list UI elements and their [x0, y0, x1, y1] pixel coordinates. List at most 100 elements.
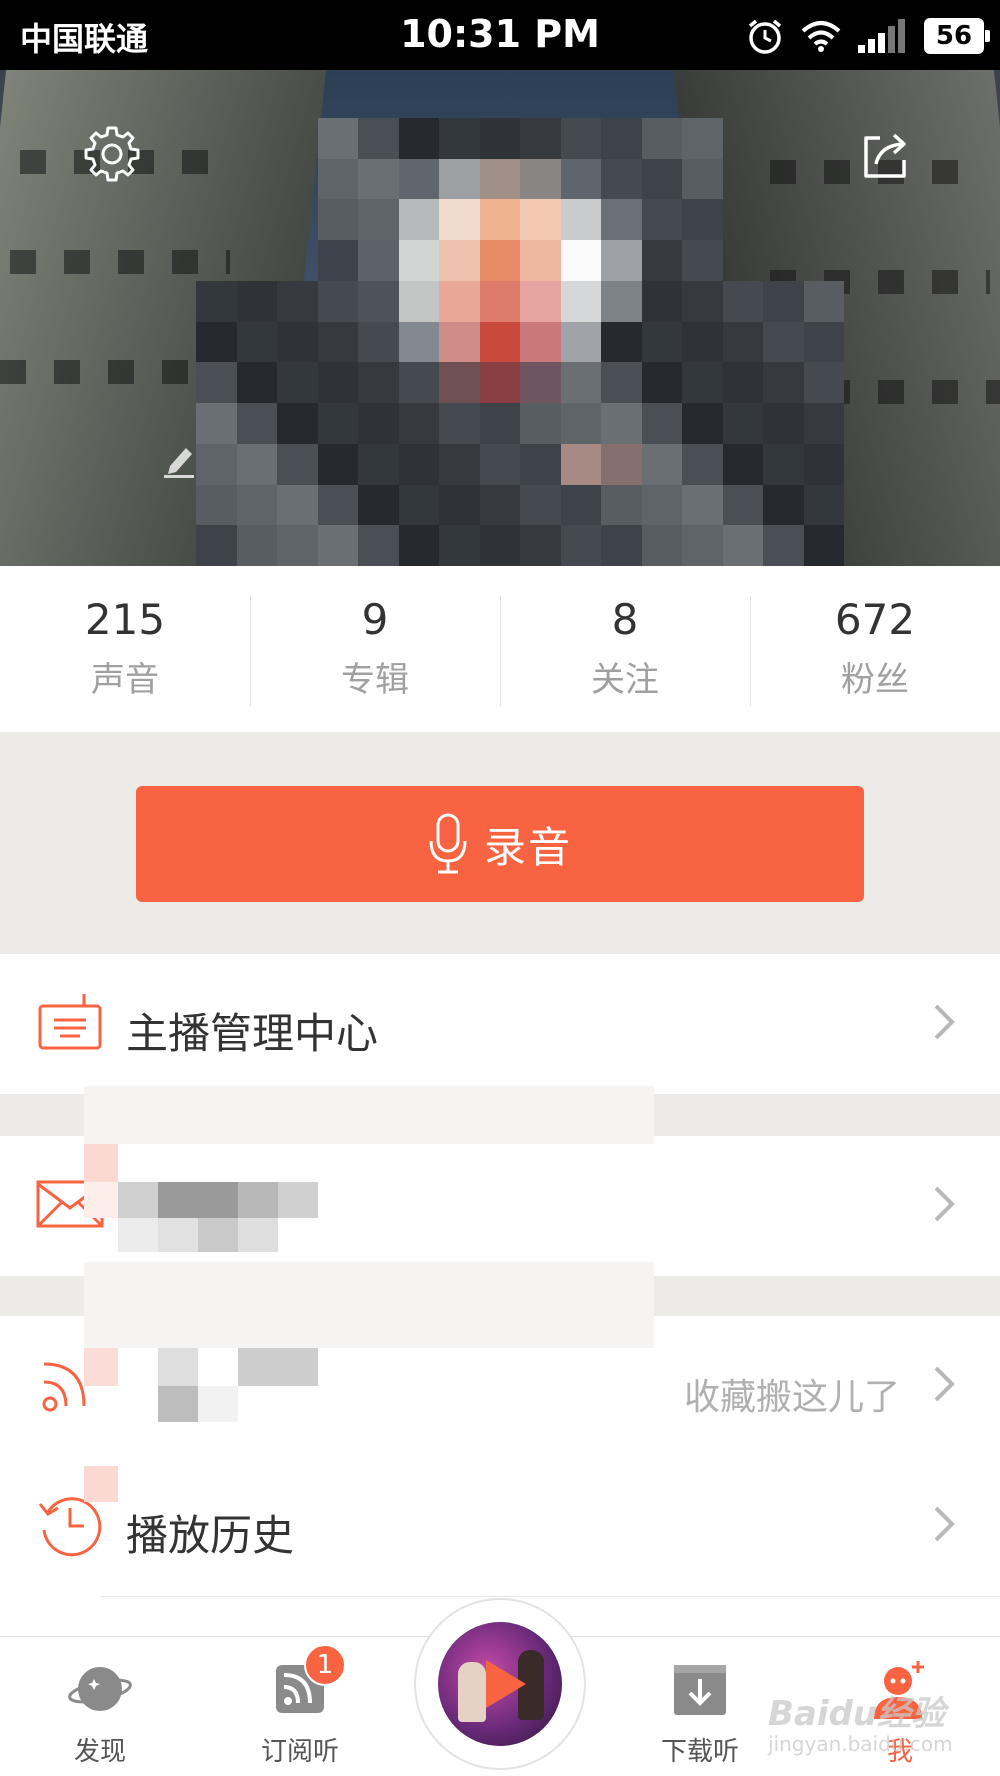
avatar-pixel: [237, 159, 278, 200]
avatar-pixel: [601, 280, 642, 322]
wifi-icon: [801, 21, 841, 52]
avatar-pixel: [682, 199, 723, 241]
avatar-pixel: [317, 321, 358, 363]
avatar-pixel: [763, 525, 804, 566]
avatar-pixel: [520, 240, 561, 281]
avatar-pixel: [479, 118, 520, 159]
avatar-pixel: [641, 158, 682, 200]
avatar-pixel: [560, 158, 601, 200]
watermark-logo: Baidu经验: [768, 1694, 946, 1734]
avatar-pixel: [803, 443, 844, 485]
avatar-pixel: [682, 443, 723, 485]
avatar-pixel: [317, 525, 358, 566]
edit-profile-button[interactable]: [162, 442, 198, 478]
avatar-pixel: [439, 118, 480, 159]
mask-pixel: [238, 1348, 318, 1386]
menu-item-hint: 收藏搬这儿了: [683, 1377, 900, 1418]
avatar-pixel: [763, 199, 804, 240]
avatar-pixel: [196, 240, 237, 281]
avatar-pixel: [723, 199, 764, 240]
stat-following[interactable]: 8 关注: [500, 566, 750, 732]
avatar-pixel: [682, 484, 723, 526]
avatar-pixel: [196, 403, 237, 444]
gear-icon: [84, 126, 140, 182]
avatar-pixel: [641, 443, 682, 485]
avatar-pixel: [723, 118, 764, 159]
avatar-pixel: [196, 118, 237, 159]
tab-subscribe[interactable]: 订阅听: [200, 1637, 400, 1776]
share-button[interactable]: [852, 120, 920, 188]
avatar-pixel: [601, 240, 642, 281]
avatar-pixel: [803, 403, 844, 444]
avatar-pixel: [398, 280, 439, 322]
avatar-pixel: [398, 484, 439, 526]
row-divider: [100, 1596, 1000, 1597]
stat-value: 8: [611, 595, 639, 645]
pixelated-avatar: [196, 118, 844, 566]
mask-pixel: [238, 1218, 278, 1252]
avatar-pixel: [317, 199, 358, 241]
avatar-pixel: [763, 484, 804, 526]
avatar-pixel: [277, 362, 318, 404]
tab-label: 发现: [73, 1737, 126, 1767]
avatar-pixel: [439, 362, 480, 404]
avatar-pixel: [358, 280, 399, 322]
avatar-pixel: [682, 362, 723, 404]
tab-discover[interactable]: 发现: [0, 1637, 200, 1776]
avatar-pixel: [317, 403, 358, 444]
avatar-pixel: [358, 240, 399, 281]
avatar-pixel: [520, 199, 561, 241]
avatar-pixel: [722, 403, 763, 444]
avatar-pixel: [479, 280, 520, 322]
avatar-pixel: [560, 525, 601, 566]
avatar-pixel: [398, 362, 439, 404]
avatar-pixel: [682, 403, 723, 444]
avatar-pixel: [723, 159, 764, 200]
avatar-pixel: [560, 443, 601, 485]
avatar-pixel: [398, 525, 439, 566]
avatar-pixel: [722, 280, 763, 322]
avatar-pixel: [520, 403, 561, 444]
avatar-pixel: [358, 403, 399, 444]
avatar-pixel: [358, 321, 399, 363]
share-icon: [864, 133, 906, 178]
avatar-pixel: [601, 443, 642, 485]
mask-pixel: [198, 1218, 238, 1252]
mask-band: [84, 1262, 654, 1348]
status-bar: 中国联通 10:31 PM 56: [0, 0, 1000, 70]
avatar-pixel: [358, 158, 399, 200]
avatar-pixel: [277, 484, 318, 526]
avatar-pixel: [803, 484, 844, 526]
anchor-center-icon: [38, 994, 102, 1050]
avatar-pixel: [560, 118, 601, 159]
avatar-pixel: [803, 321, 844, 363]
avatar-pixel: [439, 484, 480, 526]
avatar-pixel: [601, 362, 642, 404]
avatar-pixel: [803, 362, 844, 404]
stat-followers[interactable]: 672 粉丝: [750, 566, 1000, 732]
avatar-pixel: [196, 159, 237, 200]
stat-sounds[interactable]: 215 声音: [0, 566, 250, 732]
stat-albums[interactable]: 9 专辑: [250, 566, 500, 732]
menu-item-anchor-center[interactable]: 主播管理中心: [0, 954, 1000, 1094]
record-button[interactable]: 录音: [136, 786, 864, 902]
avatar-pixel: [439, 403, 480, 444]
avatar-pixel: [196, 484, 237, 526]
settings-button[interactable]: [78, 120, 146, 188]
mask-pixel: [158, 1348, 198, 1386]
avatar-pixel: [479, 443, 520, 485]
avatar-pixel: [277, 159, 318, 200]
stat-label: 关注: [591, 659, 659, 700]
avatar-pixel: [196, 321, 237, 363]
stat-value: 215: [84, 595, 166, 645]
avatar-pixel: [520, 484, 561, 526]
avatar-pixel: [439, 280, 480, 322]
avatar-pixel: [682, 525, 723, 566]
avatar-pixel: [601, 199, 642, 241]
avatar-pixel: [560, 240, 601, 281]
tab-label: 订阅听: [260, 1737, 339, 1767]
avatar-pixel: [398, 240, 439, 281]
avatar-pixel: [236, 484, 277, 526]
avatar-pixel: [601, 403, 642, 444]
avatar-pixel: [682, 280, 723, 322]
